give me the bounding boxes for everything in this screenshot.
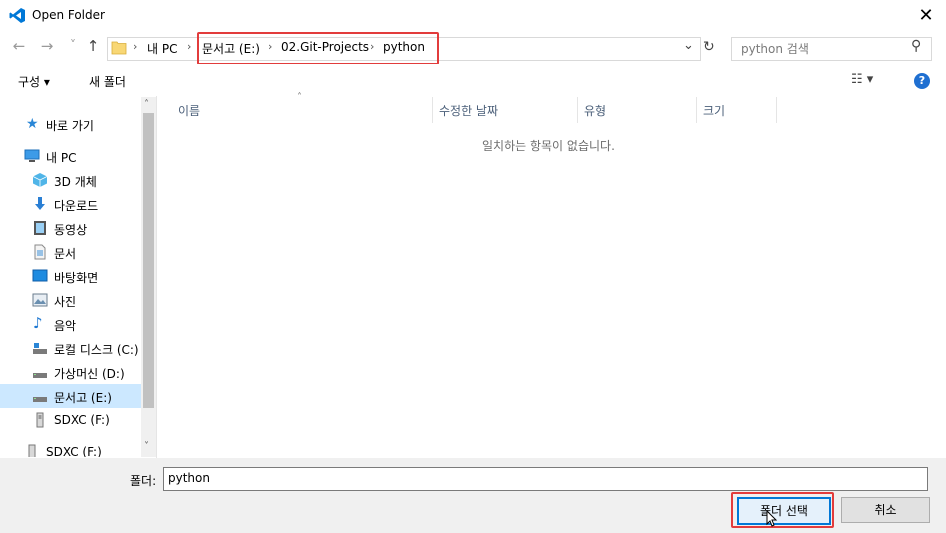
recent-locations-icon[interactable]: ˅ <box>64 38 82 52</box>
column-divider[interactable] <box>696 97 697 123</box>
document-icon <box>34 244 46 260</box>
sidebar-item-label: 내 PC <box>46 151 77 165</box>
refresh-icon[interactable]: ↻ <box>703 39 715 55</box>
sidebar-item-quick-access[interactable]: ★ 바로 가기 <box>0 113 141 135</box>
column-divider[interactable] <box>577 97 578 123</box>
breadcrumb-this-pc[interactable]: 내 PC <box>147 40 177 57</box>
sidebar-item-documents[interactable]: 문서 <box>0 241 141 263</box>
column-header-name[interactable]: 이름 <box>178 102 200 119</box>
back-arrow-icon[interactable]: ← <box>10 37 28 55</box>
sidebar-item-desktop[interactable]: 바탕화면 <box>0 265 141 287</box>
breadcrumb-separator: › <box>133 40 138 53</box>
sidebar-item-label: 가상머신 (D:) <box>54 367 125 381</box>
sidebar-item-sdxc-f[interactable]: SDXC (F:) <box>0 409 141 431</box>
breadcrumb-separator: › <box>187 40 192 53</box>
search-input[interactable]: python 검색 <box>741 40 809 57</box>
sidebar-item-label: 문서 <box>54 247 77 261</box>
organize-menu[interactable]: 구성 ▾ <box>18 73 50 90</box>
sidebar-item-this-pc[interactable]: 내 PC <box>0 145 141 167</box>
cube-icon <box>32 173 48 187</box>
drive-icon <box>33 397 47 402</box>
sidebar-item-label: 로컬 디스크 (C:) <box>54 343 139 357</box>
sidebar-item-label: SDXC (F:) <box>54 413 110 427</box>
download-icon <box>35 197 45 210</box>
up-arrow-icon[interactable]: ↑ <box>84 37 102 55</box>
sd-card-icon <box>28 444 36 457</box>
cancel-button[interactable]: 취소 <box>841 497 930 523</box>
window-title: Open Folder <box>32 8 105 22</box>
sidebar-item-label: 사진 <box>54 295 77 309</box>
address-highlight-box <box>197 32 439 65</box>
sidebar-item-downloads[interactable]: 다운로드 <box>0 193 141 215</box>
sort-ascending-icon: ˄ <box>297 92 302 103</box>
toolbar <box>0 64 946 96</box>
forward-arrow-icon[interactable]: → <box>38 37 56 55</box>
sidebar-item-label: 바탕화면 <box>54 271 99 285</box>
folder-name-field[interactable] <box>163 467 928 491</box>
select-button-highlight-box <box>731 492 834 528</box>
computer-icon <box>24 149 40 162</box>
column-header-size[interactable]: 크기 <box>703 102 725 119</box>
column-divider[interactable] <box>432 97 433 123</box>
close-icon[interactable]: ✕ <box>914 4 938 28</box>
sidebar-item-label: 다운로드 <box>54 199 99 213</box>
sidebar-item-label: 3D 개체 <box>54 175 97 189</box>
help-icon[interactable]: ? <box>914 73 930 89</box>
sidebar-item-label: 동영상 <box>54 223 88 237</box>
scroll-down-icon[interactable]: ˅ <box>144 441 149 452</box>
music-icon: ♪ <box>33 314 43 332</box>
folder-name-value: python <box>168 471 210 485</box>
scrollbar-thumb[interactable] <box>143 113 154 408</box>
column-header-type[interactable]: 유형 <box>584 102 606 119</box>
folder-icon <box>111 41 127 55</box>
empty-list-message: 일치하는 항목이 없습니다. <box>482 139 615 153</box>
picture-icon <box>32 293 48 307</box>
sidebar-item-drive-e[interactable]: 문서고 (E:) <box>0 384 141 408</box>
mouse-cursor-icon <box>766 510 778 527</box>
sidebar-item-music[interactable]: ♪ 음악 <box>0 313 141 335</box>
column-divider[interactable] <box>776 97 777 123</box>
drive-icon <box>33 343 47 354</box>
view-options-icon[interactable]: ☷ ▾ <box>851 72 873 87</box>
sidebar-item-pictures[interactable]: 사진 <box>0 289 141 311</box>
vscode-logo-icon <box>9 8 25 23</box>
drive-icon <box>33 373 47 378</box>
sidebar-item-label: 문서고 (E:) <box>54 391 112 405</box>
sidebar-item-label: 바로 가기 <box>46 119 94 133</box>
folder-label: 폴더: <box>130 474 157 488</box>
new-folder-button[interactable]: 새 폴더 <box>89 73 126 90</box>
sidebar-item-3d-objects[interactable]: 3D 개체 <box>0 169 141 191</box>
address-dropdown-icon[interactable]: ⌄ <box>683 38 694 53</box>
sidebar-item-label: SDXC (F:) <box>46 445 102 457</box>
sd-card-icon <box>36 412 44 428</box>
sidebar-item-drive-d[interactable]: 가상머신 (D:) <box>0 361 141 383</box>
sidebar-item-label: 음악 <box>54 319 77 333</box>
sidebar-item-videos[interactable]: 동영상 <box>0 217 141 239</box>
sidebar-item-drive-c[interactable]: 로컬 디스크 (C:) <box>0 337 141 359</box>
title-bar: Open Folder ✕ <box>0 0 946 32</box>
desktop-icon <box>32 269 48 282</box>
video-icon <box>34 221 46 235</box>
search-icon[interactable]: ⚲ <box>911 38 921 54</box>
star-icon: ★ <box>26 116 39 132</box>
scroll-up-icon[interactable]: ˄ <box>144 99 149 110</box>
sidebar-item-sdxc-f-root[interactable]: SDXC (F:) <box>0 441 141 457</box>
column-header-date-modified[interactable]: 수정한 날짜 <box>439 102 498 119</box>
